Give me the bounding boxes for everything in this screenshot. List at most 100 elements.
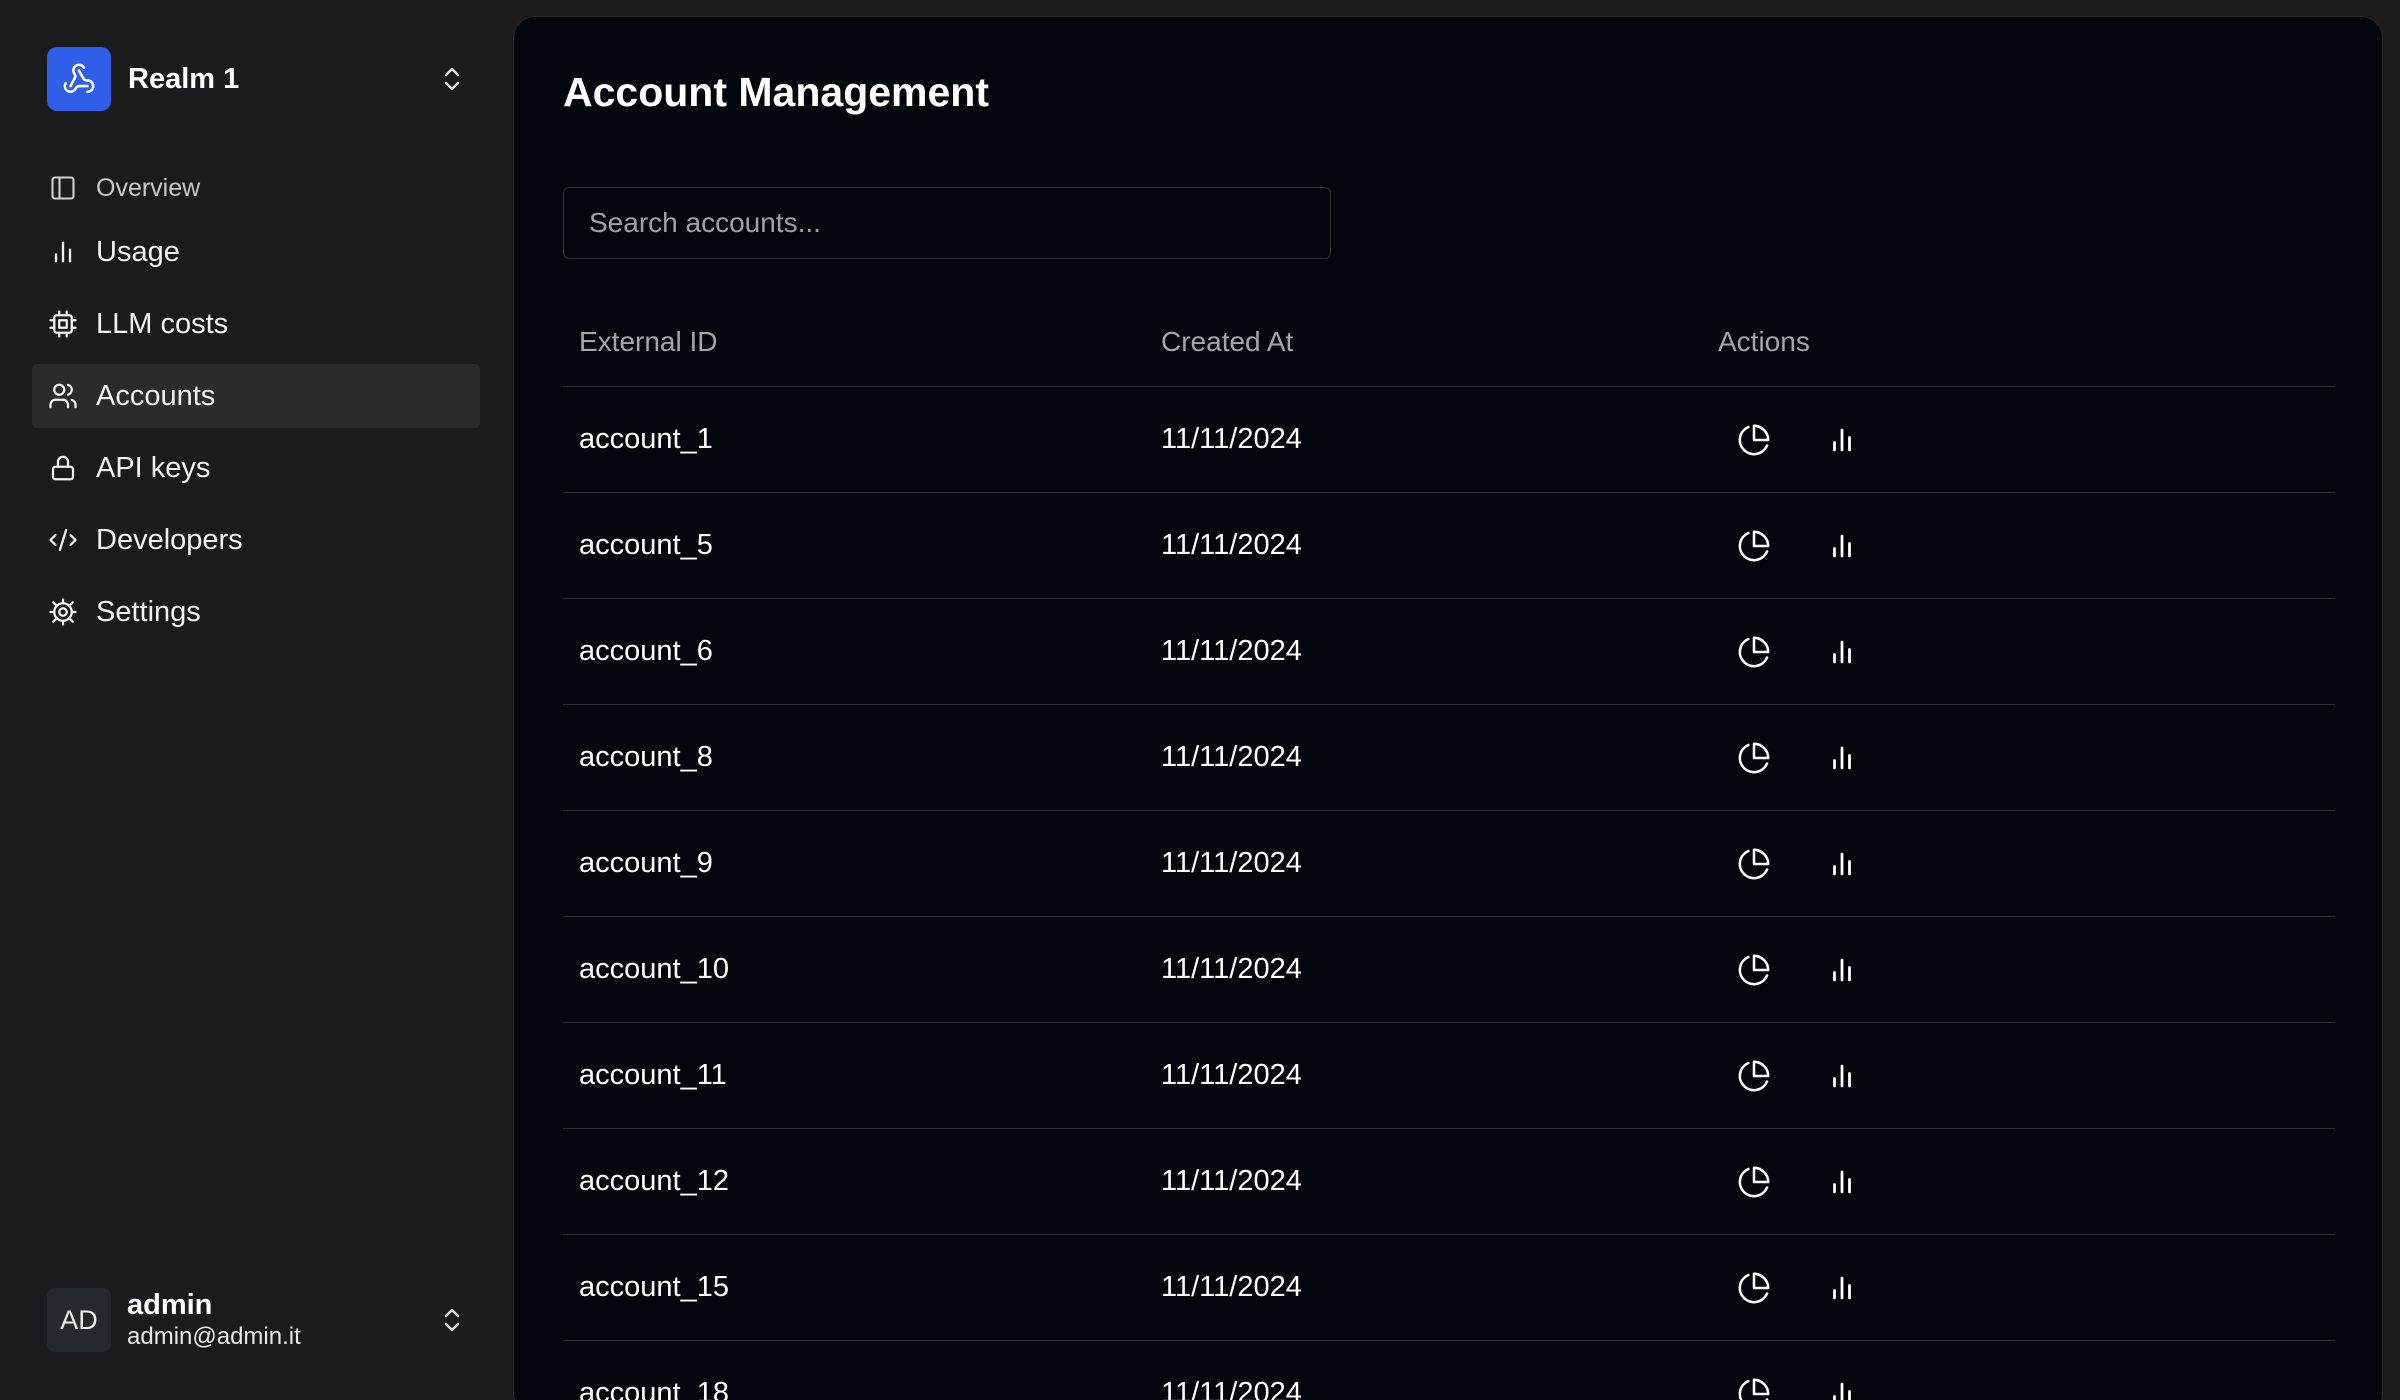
realm-name: Realm 1 xyxy=(128,62,240,95)
actions-cell xyxy=(1718,526,1862,566)
created-at-cell: 11/11/2024 xyxy=(1161,423,1302,455)
sidebar-item-label: Settings xyxy=(96,595,201,628)
user-menu[interactable]: AD admin admin@admin.it xyxy=(47,1286,467,1354)
sidebar-item-label: Overview xyxy=(96,173,201,202)
created-at-cell: 11/11/2024 xyxy=(1161,741,1302,773)
sidebar-item-settings[interactable]: Settings xyxy=(32,580,480,644)
code-icon xyxy=(48,525,78,555)
sidebar-item-label: Developers xyxy=(96,523,243,556)
table-row[interactable]: account_18 11/11/2024 xyxy=(563,1341,2335,1400)
created-at-cell: 11/11/2024 xyxy=(1161,847,1302,879)
bar-chart-icon[interactable] xyxy=(1822,526,1862,566)
table-row[interactable]: account_6 11/11/2024 xyxy=(563,599,2335,705)
sidebar: Realm 1 Overview Usage LLM costs Account… xyxy=(0,0,512,1400)
external-id-cell: account_10 xyxy=(579,953,729,985)
pie-chart-icon[interactable] xyxy=(1734,1162,1774,1202)
sidebar-item-label: Usage xyxy=(96,235,180,268)
bar-chart-icon[interactable] xyxy=(1822,1374,1862,1400)
pie-chart-icon[interactable] xyxy=(1734,738,1774,778)
users-icon xyxy=(48,381,78,411)
table-row[interactable]: account_10 11/11/2024 xyxy=(563,917,2335,1023)
sidebar-item-usage[interactable]: Usage xyxy=(32,220,480,284)
accounts-table: External ID Created At Actions account_1… xyxy=(563,297,2335,1400)
pie-chart-icon[interactable] xyxy=(1734,1056,1774,1096)
bar-chart-icon[interactable] xyxy=(1822,1268,1862,1308)
realm-switcher[interactable]: Realm 1 xyxy=(47,47,467,111)
external-id-cell: account_9 xyxy=(579,847,713,879)
actions-cell xyxy=(1718,1268,1862,1308)
bar-chart-icon[interactable] xyxy=(1822,632,1862,672)
main-panel: Account Management External ID Created A… xyxy=(513,16,2383,1400)
webhook-icon xyxy=(47,47,111,111)
pie-chart-icon[interactable] xyxy=(1734,1268,1774,1308)
actions-cell xyxy=(1718,950,1862,990)
table-row[interactable]: account_12 11/11/2024 xyxy=(563,1129,2335,1235)
table-row[interactable]: account_8 11/11/2024 xyxy=(563,705,2335,811)
lock-icon xyxy=(48,453,78,483)
sidebar-item-developers[interactable]: Developers xyxy=(32,508,480,572)
pie-chart-icon[interactable] xyxy=(1734,844,1774,884)
bar-chart-icon[interactable] xyxy=(1822,950,1862,990)
actions-cell xyxy=(1718,738,1862,778)
sidebar-item-label: API keys xyxy=(96,451,211,484)
created-at-cell: 11/11/2024 xyxy=(1161,1377,1302,1400)
created-at-cell: 11/11/2024 xyxy=(1161,635,1302,667)
sidebar-item-api-keys[interactable]: API keys xyxy=(32,436,480,500)
actions-cell xyxy=(1718,1056,1862,1096)
chevrons-up-down-icon[interactable] xyxy=(437,1304,467,1336)
column-header-external-id[interactable]: External ID xyxy=(563,326,1161,358)
sidebar-item-overview[interactable]: Overview xyxy=(32,156,480,220)
external-id-cell: account_15 xyxy=(579,1271,729,1303)
created-at-cell: 11/11/2024 xyxy=(1161,1271,1302,1303)
user-email: admin@admin.it xyxy=(127,1323,301,1350)
sidebar-item-label: LLM costs xyxy=(96,307,229,340)
created-at-cell: 11/11/2024 xyxy=(1161,1165,1302,1197)
column-header-actions: Actions xyxy=(1718,325,1810,357)
external-id-cell: account_11 xyxy=(579,1059,727,1091)
table-row[interactable]: account_15 11/11/2024 xyxy=(563,1235,2335,1341)
external-id-cell: account_6 xyxy=(579,635,713,667)
created-at-cell: 11/11/2024 xyxy=(1161,953,1302,985)
created-at-cell: 11/11/2024 xyxy=(1161,529,1302,561)
sidebar-item-llm-costs[interactable]: LLM costs xyxy=(32,292,480,356)
bar-chart-icon xyxy=(48,237,78,267)
sidebar-item-accounts[interactable]: Accounts xyxy=(32,364,480,428)
bar-chart-icon[interactable] xyxy=(1822,844,1862,884)
table-header: External ID Created At Actions xyxy=(563,297,2335,387)
actions-cell xyxy=(1718,1374,1862,1400)
cpu-icon xyxy=(48,309,78,339)
chevrons-up-down-icon[interactable] xyxy=(437,63,467,95)
actions-cell xyxy=(1718,420,1862,460)
pie-chart-icon[interactable] xyxy=(1734,526,1774,566)
sidebar-item-label: Accounts xyxy=(96,379,216,412)
external-id-cell: account_8 xyxy=(579,741,713,773)
actions-cell xyxy=(1718,844,1862,884)
bar-chart-icon[interactable] xyxy=(1822,420,1862,460)
external-id-cell: account_1 xyxy=(579,423,713,455)
external-id-cell: account_12 xyxy=(579,1165,729,1197)
bar-chart-icon[interactable] xyxy=(1822,1162,1862,1202)
panel-left-icon xyxy=(48,173,78,203)
column-header-created-at[interactable]: Created At xyxy=(1161,326,1718,358)
page-title: Account Management xyxy=(563,69,989,115)
table-row[interactable]: account_11 11/11/2024 xyxy=(563,1023,2335,1129)
bar-chart-icon[interactable] xyxy=(1822,1056,1862,1096)
external-id-cell: account_18 xyxy=(579,1377,729,1400)
bar-chart-icon[interactable] xyxy=(1822,738,1862,778)
external-id-cell: account_5 xyxy=(579,529,713,561)
pie-chart-icon[interactable] xyxy=(1734,1374,1774,1400)
gear-icon xyxy=(48,597,78,627)
pie-chart-icon[interactable] xyxy=(1734,632,1774,672)
avatar: AD xyxy=(47,1288,111,1352)
pie-chart-icon[interactable] xyxy=(1734,420,1774,460)
table-row[interactable]: account_5 11/11/2024 xyxy=(563,493,2335,599)
pie-chart-icon[interactable] xyxy=(1734,950,1774,990)
sidebar-nav: Overview Usage LLM costs Accounts API ke… xyxy=(32,156,480,652)
table-row[interactable]: account_9 11/11/2024 xyxy=(563,811,2335,917)
table-row[interactable]: account_1 11/11/2024 xyxy=(563,387,2335,493)
created-at-cell: 11/11/2024 xyxy=(1161,1059,1302,1091)
search-input[interactable] xyxy=(563,187,1331,259)
actions-cell xyxy=(1718,1162,1862,1202)
user-name: admin xyxy=(127,1289,213,1321)
table-body: account_1 11/11/2024 account_5 11/11/202… xyxy=(563,387,2335,1400)
